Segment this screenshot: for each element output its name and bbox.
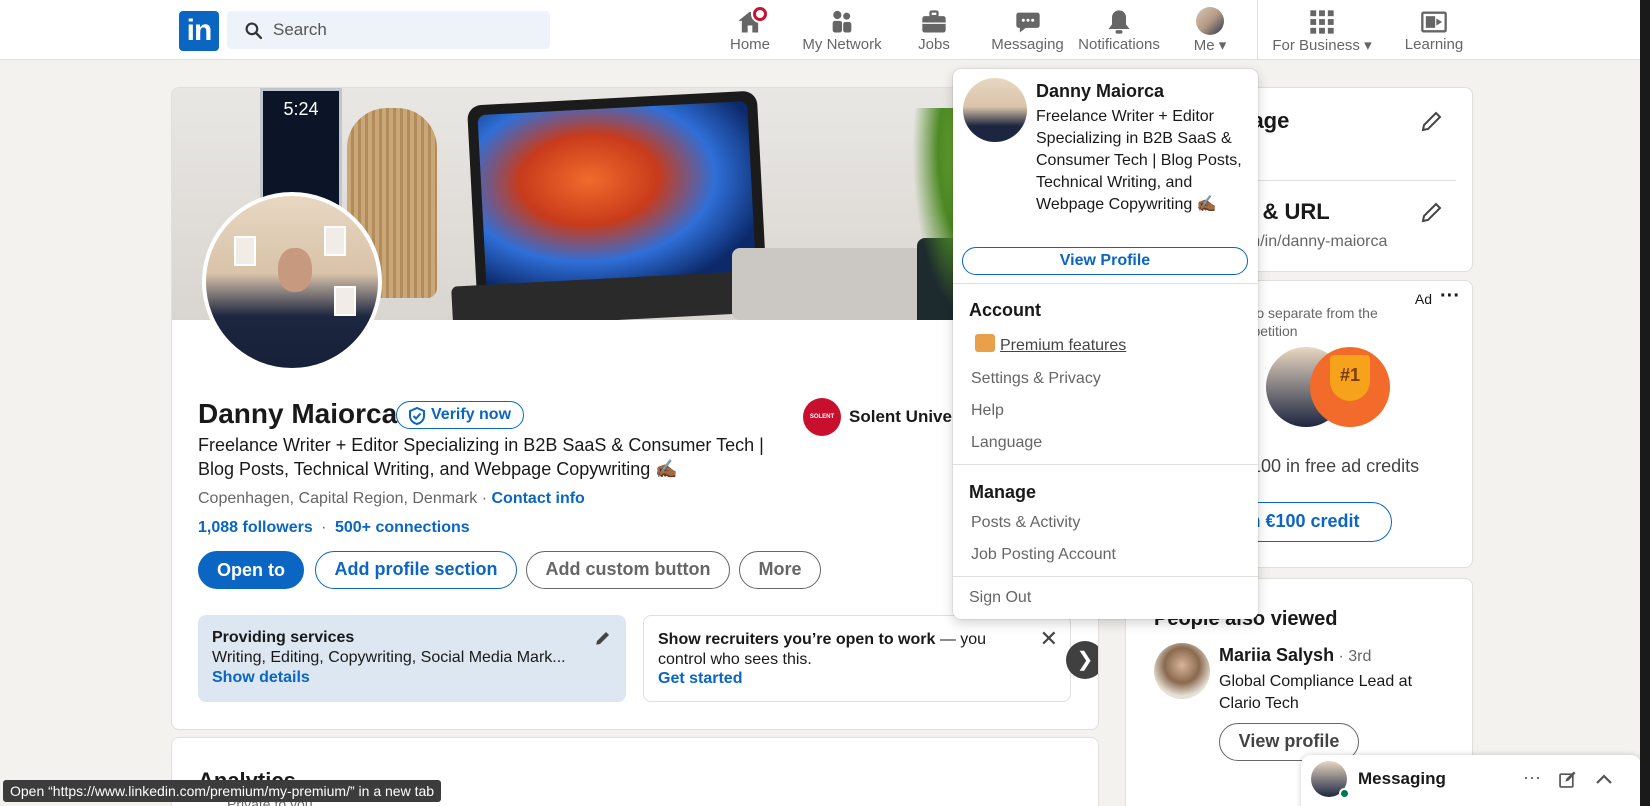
menu-headline: Freelance Writer + Editor Specializing i… — [1036, 108, 1242, 213]
contact-info-link[interactable]: Contact info — [492, 490, 585, 507]
more-options-icon[interactable]: ··· — [1440, 285, 1460, 308]
profile-headline: Freelance Writer + Editor Specializing i… — [198, 435, 764, 479]
messaging-icon — [1015, 12, 1040, 33]
nav-jobs[interactable]: Jobs — [904, 0, 964, 60]
chevron-down-icon: ▾ — [1364, 37, 1372, 54]
services-description: Writing, Editing, Copywriting, Social Me… — [212, 649, 566, 666]
premium-features-link[interactable]: Premium features — [1000, 337, 1126, 355]
carousel-next-button[interactable]: ❯ — [1066, 641, 1098, 679]
menu-name: Danny Maiorca — [1036, 81, 1165, 101]
profile-location: Copenhagen, Capital Region, Denmark — [198, 490, 478, 507]
nav-jobs-label: Jobs — [918, 36, 950, 53]
nav-home-label: Home — [729, 36, 770, 53]
nav-for-business[interactable]: For Business ▾ — [1268, 0, 1376, 60]
profile-stats: 1,088 followers · 500+ connections — [198, 519, 470, 536]
show-details-link[interactable]: Show details — [212, 669, 310, 687]
messaging-overlay[interactable]: Messaging ··· — [1301, 755, 1641, 806]
me-avatar — [1196, 7, 1224, 35]
more-options-icon[interactable]: ··· — [1523, 767, 1541, 788]
network-icon — [832, 10, 852, 33]
compose-icon[interactable] — [1559, 771, 1576, 788]
connections-link[interactable]: 500+ connections — [335, 519, 470, 536]
view-profile-button[interactable]: View Profile — [962, 247, 1248, 275]
posts-activity-link[interactable]: Posts & Activity — [971, 514, 1080, 532]
manage-heading: Manage — [969, 482, 1037, 502]
divider — [953, 576, 1258, 577]
add-custom-button[interactable]: Add custom button — [526, 551, 730, 589]
bell-icon — [1108, 10, 1130, 34]
verify-now-label: Verify now — [431, 406, 512, 423]
nav-messaging-label: Messaging — [991, 36, 1064, 53]
messaging-label: Messaging — [1358, 769, 1446, 788]
get-started-link[interactable]: Get started — [658, 670, 742, 688]
profile-photo[interactable] — [202, 192, 382, 372]
close-icon[interactable]: ✕ — [1040, 626, 1058, 652]
search-input[interactable] — [273, 11, 533, 49]
open-to-button[interactable]: Open to — [198, 551, 304, 589]
me-dropdown-menu: Danny Maiorca Freelance Writer + Editor … — [953, 69, 1258, 619]
nav-notifications-label: Notifications — [1078, 36, 1160, 53]
divider — [953, 464, 1258, 465]
providing-services-card[interactable]: Providing services Writing, Editing, Cop… — [198, 615, 626, 702]
open-to-work-card: Show recruiters you’re open to work — yo… — [643, 615, 1071, 702]
followers-link[interactable]: 1,088 followers — [198, 519, 313, 536]
public-url-value: om/in/danny-maiorca — [1238, 233, 1388, 250]
nav-messaging[interactable]: Messaging — [985, 0, 1070, 60]
help-link[interactable]: Help — [971, 402, 1004, 420]
person-name[interactable]: Mariia Salysh · 3rd — [1219, 645, 1371, 666]
search-icon — [245, 22, 262, 39]
notification-badge — [751, 5, 769, 23]
job-posting-account-link[interactable]: Job Posting Account — [971, 546, 1116, 564]
settings-privacy-link[interactable]: Settings & Privacy — [971, 370, 1101, 388]
briefcase-icon — [922, 10, 946, 33]
nav-me-label: Me ▾ — [1193, 37, 1227, 54]
profile-location-line: Copenhagen, Capital Region, Denmark · Co… — [198, 490, 585, 507]
pencil-icon[interactable] — [1420, 109, 1444, 133]
nav-for-business-label: For Business ▾ — [1272, 37, 1372, 54]
pencil-icon[interactable] — [594, 629, 612, 647]
premium-icon — [975, 334, 995, 352]
top-nav-bar: in Home My Network Jobs Messaging Notifi… — [0, 0, 1640, 60]
account-heading: Account — [969, 300, 1041, 320]
grid-icon — [1310, 10, 1334, 34]
nav-my-network[interactable]: My Network — [797, 0, 887, 60]
divider — [953, 283, 1258, 284]
learning-icon — [1421, 11, 1447, 33]
sign-out-link[interactable]: Sign Out — [969, 589, 1031, 607]
chevron-down-icon: ▾ — [1218, 37, 1227, 54]
chevron-up-icon[interactable] — [1595, 773, 1613, 785]
link-status-tooltip: Open “https://www.linkedin.com/premium/m… — [3, 780, 442, 802]
pencil-icon[interactable] — [1420, 200, 1444, 224]
phone-time: 5:24 — [283, 99, 319, 119]
nav-learning[interactable]: Learning — [1395, 0, 1473, 60]
person-avatar[interactable] — [1154, 643, 1210, 699]
more-button[interactable]: More — [739, 551, 821, 589]
search-box[interactable] — [227, 11, 550, 49]
trophy-icon: #1 — [1310, 347, 1390, 427]
verify-now-button[interactable]: Verify now — [396, 401, 525, 429]
profile-name: Danny Maiorca — [198, 398, 398, 429]
linkedin-logo[interactable]: in — [179, 11, 219, 51]
menu-avatar[interactable] — [963, 78, 1027, 142]
language-link[interactable]: Language — [971, 434, 1042, 452]
add-profile-section-button[interactable]: Add profile section — [315, 551, 517, 589]
school-name: Solent Univer — [849, 407, 959, 426]
nav-home[interactable]: Home — [720, 0, 780, 60]
nav-divider — [1257, 0, 1258, 60]
nav-notifications[interactable]: Notifications — [1072, 0, 1166, 60]
window-edge — [1640, 0, 1650, 806]
online-status-dot — [1339, 788, 1350, 799]
person-role: Global Compliance Lead at Clario Tech — [1219, 673, 1413, 712]
recruiters-text: Show recruiters you’re open to work — yo… — [658, 631, 987, 668]
nav-learning-label: Learning — [1404, 36, 1464, 53]
nav-me[interactable]: Me ▾ — [1180, 0, 1240, 60]
services-title: Providing services — [212, 629, 355, 646]
school-logo: SOLENT — [803, 398, 841, 436]
nav-my-network-label: My Network — [802, 36, 882, 53]
shield-check-icon — [409, 407, 425, 425]
